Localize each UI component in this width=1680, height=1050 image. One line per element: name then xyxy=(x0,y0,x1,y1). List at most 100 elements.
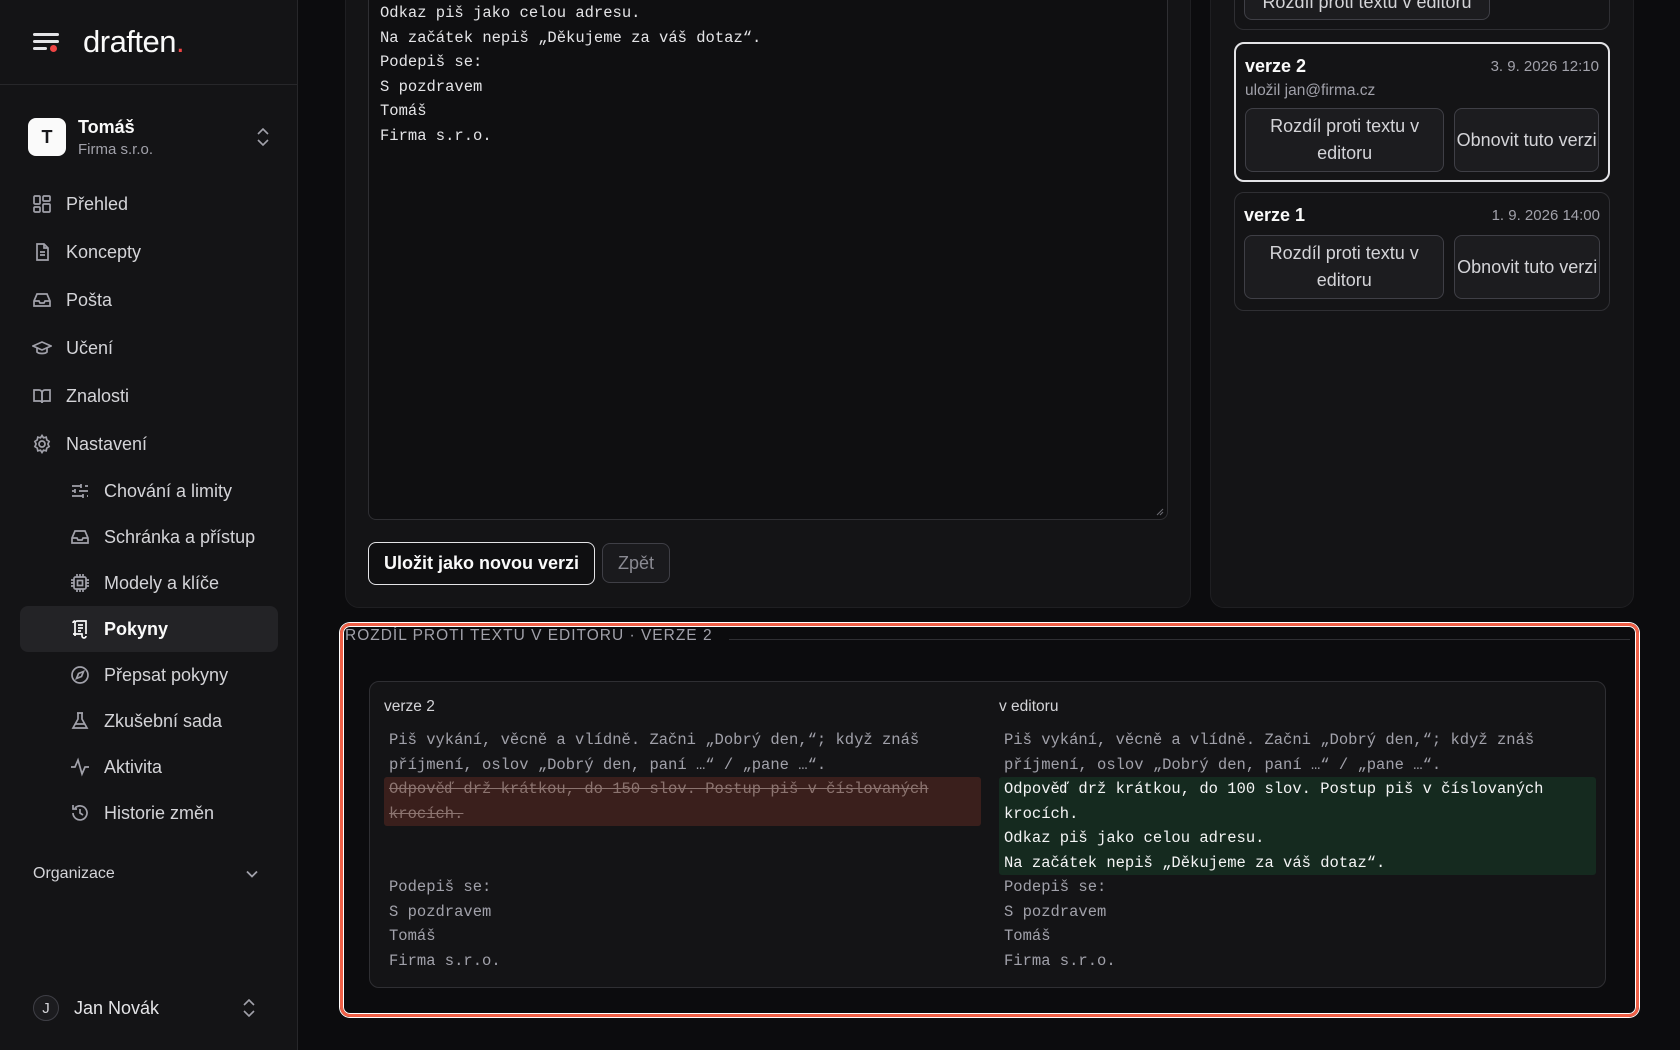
diff-line-removed: Odpověď drž krátkou, do 150 slov. Postup… xyxy=(389,780,929,798)
diff-section: ROZDÍL PROTI TEXTU V EDITORU · VERZE 2 v… xyxy=(343,625,1636,1013)
brand-header: draften. xyxy=(0,0,297,85)
diff-line: Tomáš xyxy=(1004,927,1051,945)
version-restore-button[interactable]: Obnovit tuto verzi xyxy=(1454,108,1599,172)
nav-item-posta[interactable]: Pošta xyxy=(20,276,278,324)
sliders-icon xyxy=(72,484,88,498)
nav-sub-item-label: Přepsat pokyny xyxy=(104,664,229,685)
resize-handle-icon[interactable] xyxy=(1155,507,1164,516)
version-diff-button[interactable]: Rozdíl proti textu v editoru xyxy=(1244,235,1445,299)
main-nav: Přehled Koncepty Pošta Učení Znalosti Na… xyxy=(20,180,278,898)
nav-sub-item-zkusebni[interactable]: Zkušební sada xyxy=(20,698,278,744)
version-date: 1. 9. 2026 14:00 xyxy=(1491,207,1600,224)
flask-icon xyxy=(71,712,89,729)
workspace-name: Tomáš xyxy=(78,116,135,137)
cpu-icon xyxy=(71,574,89,592)
nav-item-label: Učení xyxy=(66,337,114,358)
nav-sub-item-aktivita[interactable]: Aktivita xyxy=(20,744,278,790)
diff-line: S pozdravem xyxy=(1004,902,1107,921)
version-item-2[interactable]: verze 2 3. 9. 2026 12:10 uložil jan@firm… xyxy=(1234,42,1610,182)
graduation-cap-icon xyxy=(32,341,52,355)
user-avatar: J xyxy=(33,995,59,1021)
nav-sub-item-modely[interactable]: Modely a klíče xyxy=(20,560,278,606)
nav-sub-item-label: Modely a klíče xyxy=(104,572,220,593)
organization-section-toggle[interactable]: Organizace xyxy=(20,850,278,898)
save-new-version-button[interactable]: Uložit jako novou verzi xyxy=(368,542,596,585)
nav-sub-item-label: Chování a limity xyxy=(104,480,233,501)
nav-item-znalosti[interactable]: Znalosti xyxy=(20,372,278,420)
diff-line: Piš vykání, věcně a vlídně. Začni „Dobrý… xyxy=(1004,731,1535,749)
workspace-switcher[interactable]: T Tomáš Firma s.r.o. xyxy=(20,109,278,165)
version-item-1[interactable]: verze 1 1. 9. 2026 14:00 Rozdíl proti te… xyxy=(1234,192,1610,311)
nav-sub-item-schranka[interactable]: Schránka a přístup xyxy=(20,514,278,560)
book-open-icon xyxy=(33,389,51,404)
diff-line: Piš vykání, věcně a vlídně. Začni „Dobrý… xyxy=(389,731,920,749)
diff-line: Firma s.r.o. xyxy=(389,951,501,970)
file-text-icon xyxy=(36,243,49,261)
workspace-avatar: T xyxy=(28,118,66,156)
chevron-down-icon xyxy=(246,870,258,878)
diff-line: příjmení, oslov „Dobrý den, paní …“ / „p… xyxy=(1004,755,1442,774)
menu-icon[interactable] xyxy=(33,32,59,52)
diff-line: S pozdravem xyxy=(389,902,492,921)
inbox-icon xyxy=(71,530,89,544)
instructions-text: Odkaz piš jako celou adresu. Na začátek … xyxy=(380,4,762,145)
diff-line: Podepiš se: xyxy=(1004,878,1107,896)
nav-sub-item-label: Pokyny xyxy=(104,618,169,639)
nav-item-label: Pošta xyxy=(66,289,113,310)
instructions-textarea[interactable]: Odkaz piš jako celou adresu. Na začátek … xyxy=(368,0,1168,520)
dashboard-icon xyxy=(33,195,51,213)
version-diff-button[interactable]: Rozdíl proti textu v editoru xyxy=(1245,108,1445,172)
chevrons-up-down-icon xyxy=(242,999,256,1017)
diff-line: Tomáš xyxy=(389,927,436,945)
history-icon xyxy=(72,805,88,821)
diff-title: ROZDÍL PROTI TEXTU V EDITORU · VERZE 2 xyxy=(345,627,713,644)
nav-sub-item-historie[interactable]: Historie změn xyxy=(20,790,278,836)
version-date: 3. 9. 2026 12:10 xyxy=(1490,58,1599,75)
diff-line: Firma s.r.o. xyxy=(1004,951,1116,970)
version-saved-by: uložil jan@firma.cz xyxy=(1245,82,1376,99)
diff-line: Podepiš se: xyxy=(389,878,492,896)
diff-line-added: krocích. xyxy=(1004,804,1079,823)
diff-line-added: Odpověď drž krátkou, do 100 slov. Postup… xyxy=(1004,780,1544,798)
diff-removed-block: Odpověď drž krátkou, do 150 slov. Postup… xyxy=(384,777,981,826)
workspace-org: Firma s.r.o. xyxy=(78,140,154,158)
chevrons-up-down-icon xyxy=(256,128,270,146)
diff-card: verze 2 Piš vykání, věcně a vlídně. Začn… xyxy=(369,681,1606,988)
diff-header: ROZDÍL PROTI TEXTU V EDITORU · VERZE 2 xyxy=(345,625,1630,647)
nav-item-label: Nastavení xyxy=(66,433,148,454)
nav-item-label: Znalosti xyxy=(66,385,130,406)
nav-sub-item-chovani[interactable]: Chování a limity xyxy=(20,468,278,514)
activity-icon xyxy=(71,757,89,777)
diff-line: příjmení, oslov „Dobrý den, paní …“ / „p… xyxy=(389,755,827,774)
compass-icon xyxy=(71,666,89,684)
nav-item-label: Přehled xyxy=(66,193,129,214)
nav-sub-item-label: Aktivita xyxy=(104,756,163,777)
nav-item-uceni[interactable]: Učení xyxy=(20,324,278,372)
diff-line-removed: krocích. xyxy=(389,804,464,823)
nav-sub-item-label: Zkušební sada xyxy=(104,710,223,731)
diff-column-label: v editoru xyxy=(999,698,1059,715)
scroll-text-icon xyxy=(72,620,87,639)
nav-sub-item-prepsat[interactable]: Přepsat pokyny xyxy=(20,652,278,698)
version-title: verze 1 xyxy=(1244,205,1306,225)
nav-item-koncepty[interactable]: Koncepty xyxy=(20,228,278,276)
back-button[interactable]: Zpět xyxy=(602,543,671,583)
version-diff-button[interactable]: Rozdíl proti textu v editoru xyxy=(1244,0,1490,20)
nav-item-prehled[interactable]: Přehled xyxy=(20,180,278,228)
divider xyxy=(728,638,1630,640)
nav-sub-item-label: Historie změn xyxy=(104,802,215,823)
inbox-icon xyxy=(33,293,51,307)
version-restore-button[interactable]: Obnovit tuto verzi xyxy=(1454,235,1600,299)
diff-line-added: Odkaz piš jako celou adresu. xyxy=(1004,829,1265,847)
brand-logo[interactable]: draften. xyxy=(83,24,185,60)
diff-line-added: Na začátek nepiš „Děkujeme za váš dotaz“… xyxy=(1004,853,1386,872)
user-menu[interactable]: J Jan Novák xyxy=(20,988,278,1028)
nav-sub-item-pokyny[interactable]: Pokyny xyxy=(20,606,278,652)
gear-icon xyxy=(33,434,51,454)
diff-column-label: verze 2 xyxy=(384,698,435,715)
organization-section-label: Organizace xyxy=(33,865,115,882)
nav-sub-item-label: Schránka a přístup xyxy=(104,526,256,547)
user-name: Jan Novák xyxy=(74,997,160,1018)
nav-item-nastaveni[interactable]: Nastavení xyxy=(20,420,278,468)
sidebar: draften. T Tomáš Firma s.r.o. Přehled Ko… xyxy=(0,0,298,1050)
